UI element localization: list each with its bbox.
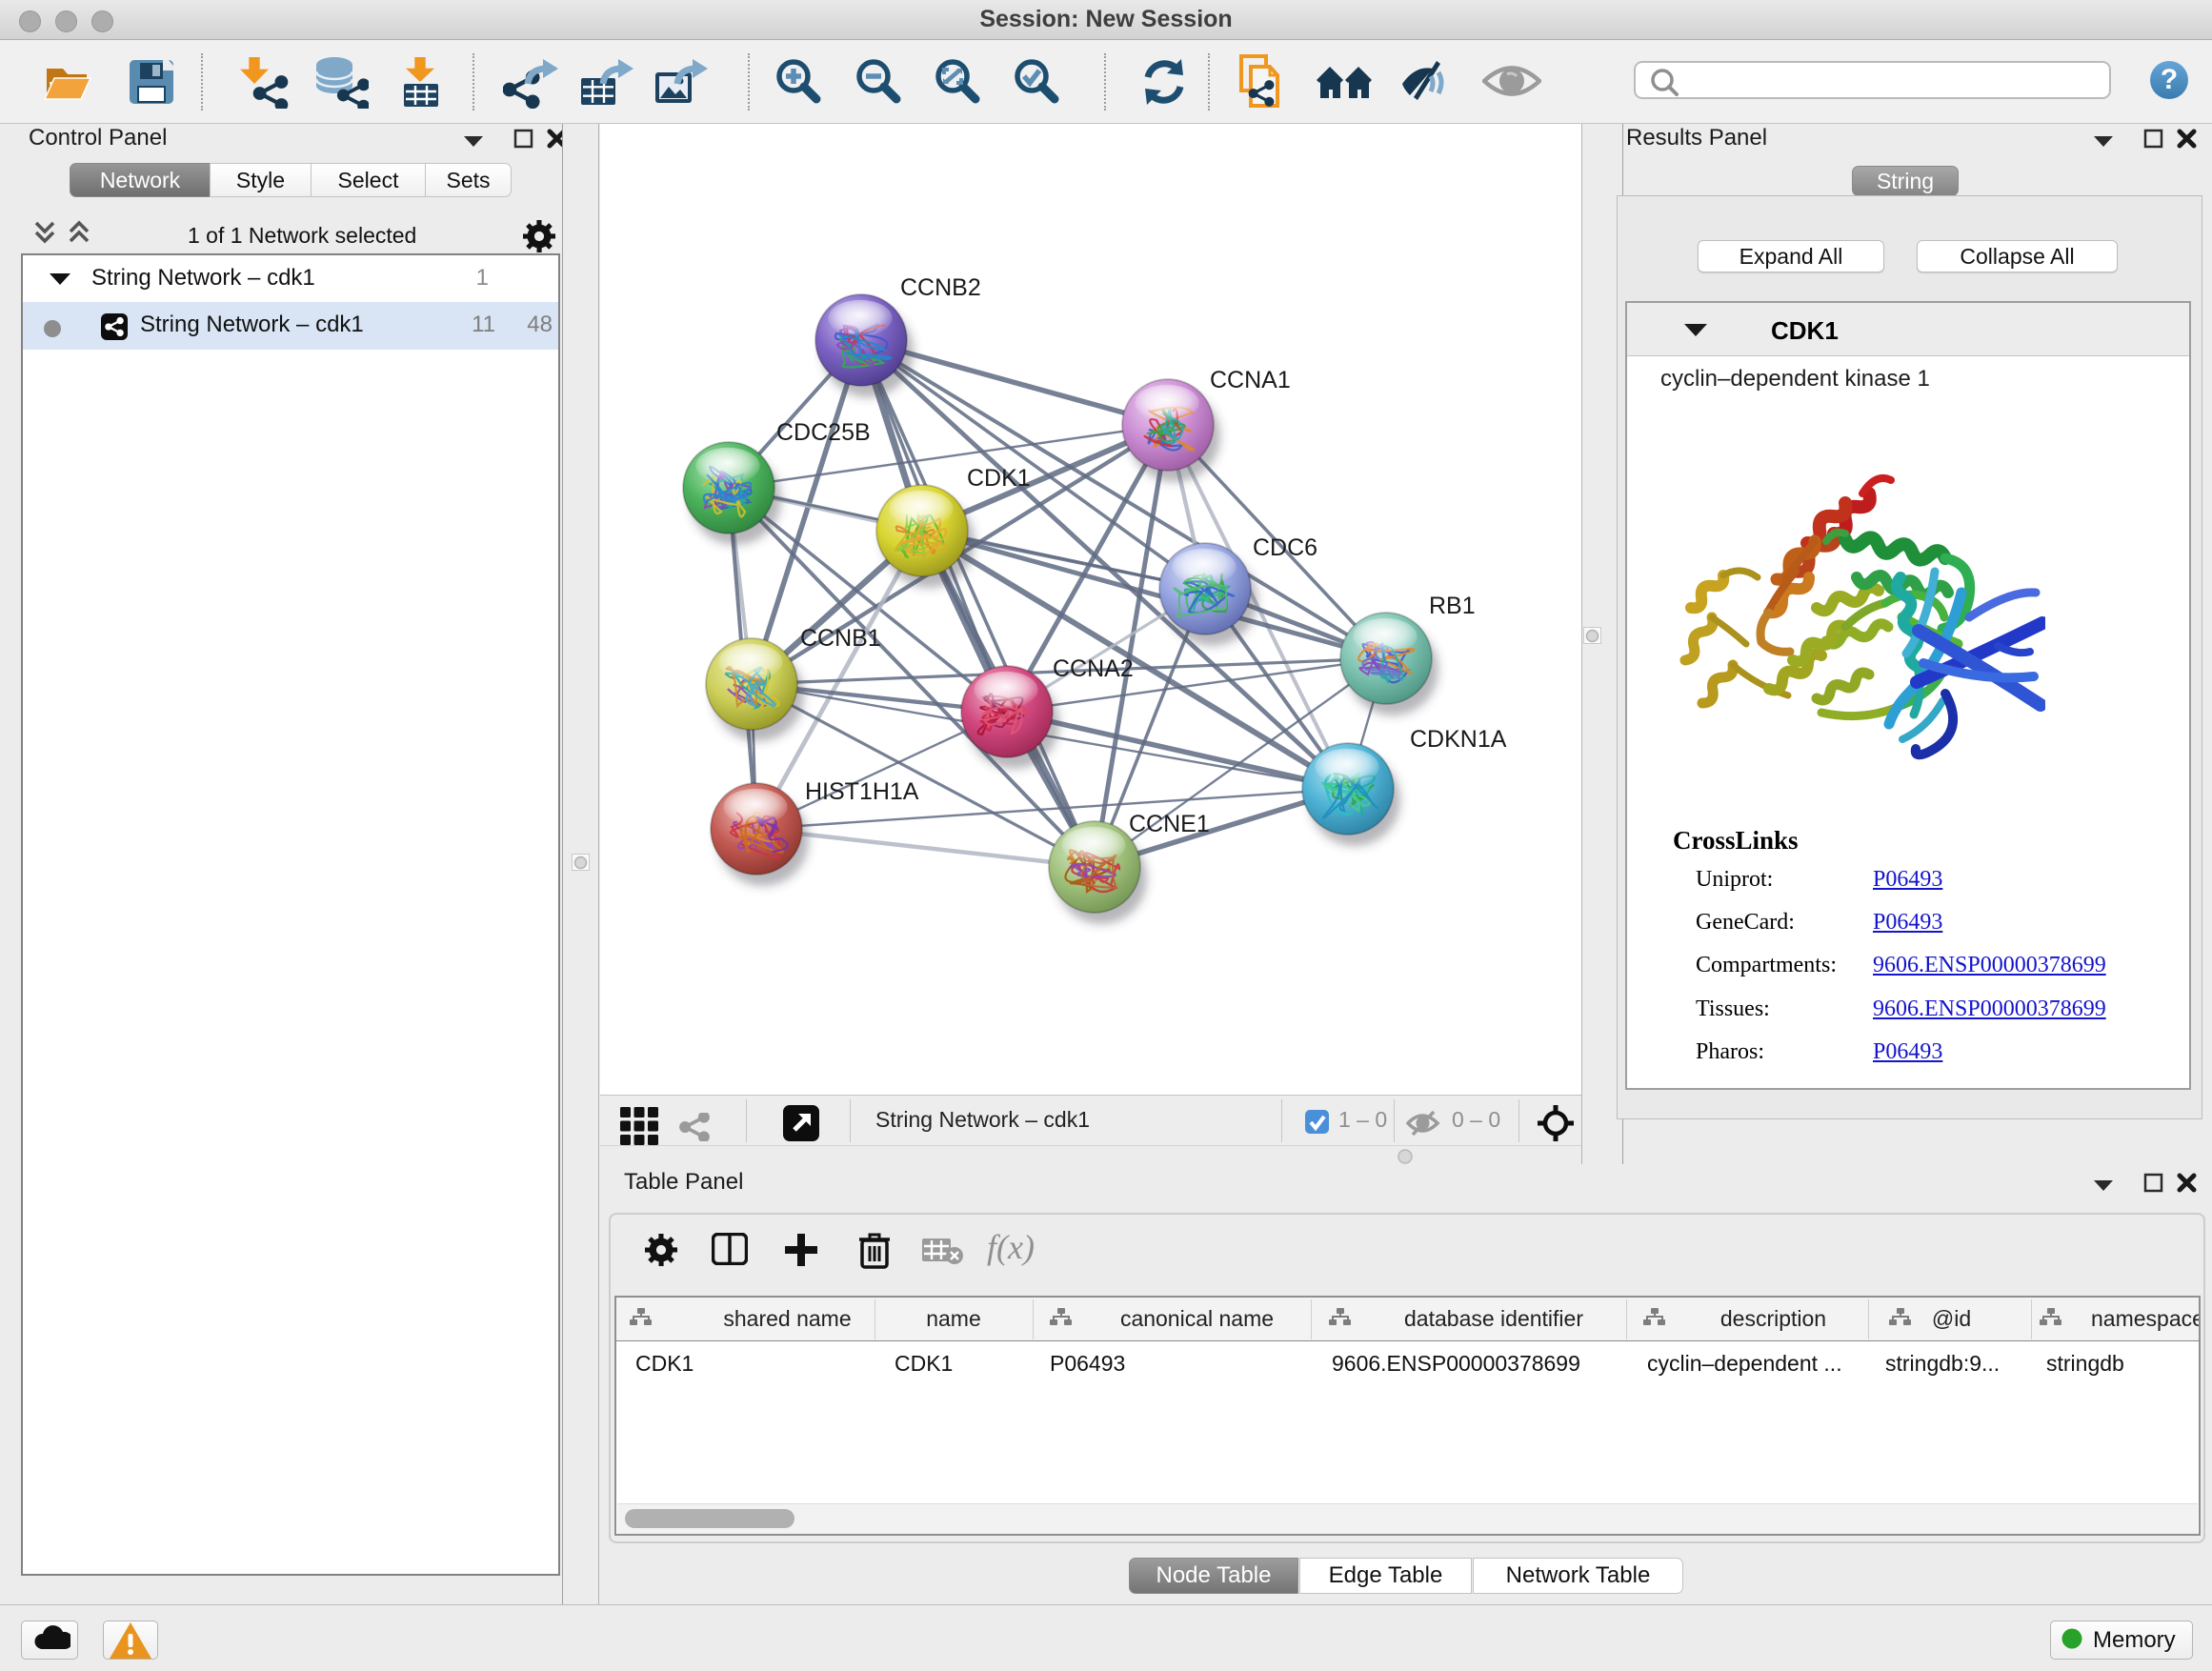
svg-text:CDC25B: CDC25B [776, 419, 871, 446]
svg-text:HIST1H1A: HIST1H1A [805, 778, 919, 805]
svg-text:CCNA1: CCNA1 [1210, 367, 1291, 393]
svg-text:CDK1: CDK1 [967, 465, 1031, 492]
svg-text:CCNE1: CCNE1 [1129, 811, 1210, 837]
svg-text:RB1: RB1 [1429, 593, 1476, 619]
svg-text:CCNA2: CCNA2 [1053, 655, 1134, 682]
svg-text:CDKN1A: CDKN1A [1410, 726, 1507, 753]
svg-text:CCNB1: CCNB1 [800, 625, 881, 652]
svg-text:?: ? [2161, 64, 2178, 95]
svg-text:CCNB2: CCNB2 [900, 274, 981, 301]
svg-text:CDC6: CDC6 [1253, 534, 1317, 561]
